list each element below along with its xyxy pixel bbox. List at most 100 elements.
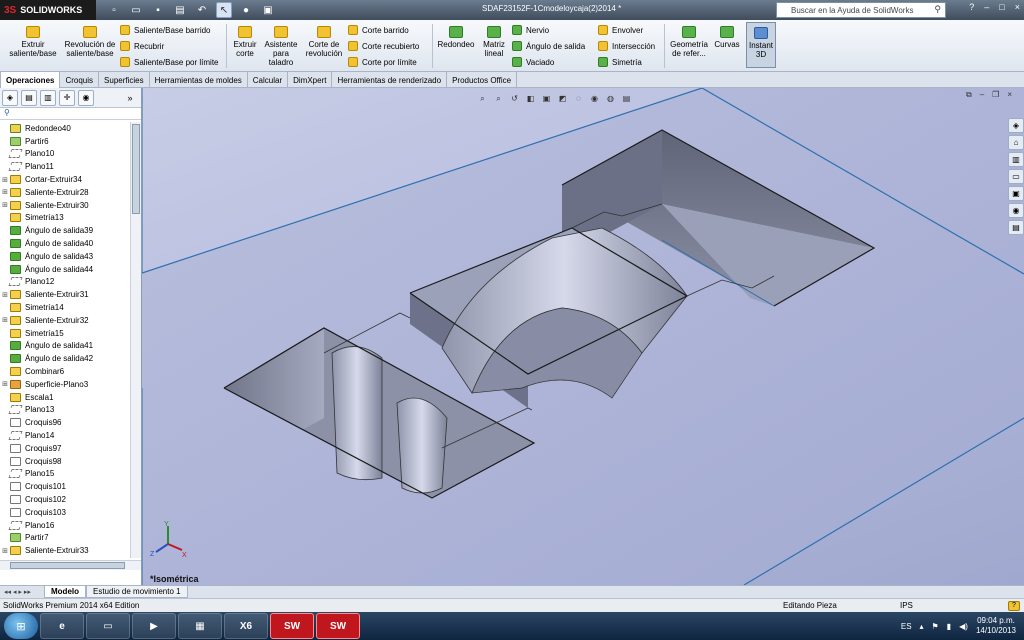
close-button[interactable]: × bbox=[1015, 2, 1020, 12]
tree-item[interactable]: Plano15 bbox=[0, 468, 130, 481]
tree-item[interactable]: ⊞ Cortar-Extruir34 bbox=[0, 173, 130, 186]
minimize-icon[interactable]: – bbox=[980, 90, 984, 100]
tree-item[interactable]: ⊞ Saliente-Extruir33 bbox=[0, 544, 130, 557]
tree-item[interactable]: Plano13 bbox=[0, 404, 130, 417]
scroll-thumb[interactable] bbox=[10, 562, 125, 569]
display-manager-icon[interactable]: ◉ bbox=[78, 89, 94, 106]
maximize-button[interactable]: □ bbox=[999, 2, 1004, 12]
graphics-viewport[interactable]: ⌕ ⌕ ↺ ◧ ▣ ◩ ◌ ◉ ◍ ▤ ⧉ – ❐ × ◈ ⌂ ▥ ▭ ▣ ◉ … bbox=[142, 88, 1024, 585]
close-icon[interactable]: × bbox=[1007, 90, 1012, 100]
apply-scene-icon[interactable]: ◍ bbox=[604, 92, 617, 105]
units-selector[interactable]: IPS bbox=[900, 601, 913, 610]
tree-item[interactable]: Plano16 bbox=[0, 519, 130, 532]
tree-item[interactable]: ⊞ Superficie-Plano3 bbox=[0, 378, 130, 391]
tab-croquis[interactable]: Croquis bbox=[60, 72, 100, 88]
tree-item[interactable]: Plano12 bbox=[0, 276, 130, 289]
tree-item[interactable]: Croquis103 bbox=[0, 506, 130, 519]
tree-item[interactable]: Combinar6 bbox=[0, 365, 130, 378]
tab-productos-office[interactable]: Productos Office bbox=[447, 72, 518, 88]
draft-button[interactable]: Ángulo de salida bbox=[512, 39, 585, 53]
tab-operaciones[interactable]: Operaciones bbox=[0, 72, 61, 88]
action-center-icon[interactable]: ⚑ bbox=[932, 622, 939, 631]
tree-item[interactable]: Croquis96 bbox=[0, 416, 130, 429]
expand-icon[interactable]: ⊞ bbox=[0, 380, 10, 388]
scroll-thumb[interactable] bbox=[132, 124, 140, 214]
tree-item[interactable]: ⊞ Saliente-Extruir32 bbox=[0, 314, 130, 327]
file-explorer-icon[interactable]: ▭ bbox=[1008, 169, 1024, 184]
tree-item[interactable]: Croquis102 bbox=[0, 493, 130, 506]
revolve-boss-button[interactable]: Revolución de saliente/base bbox=[64, 26, 116, 58]
quick-tips-icon[interactable]: ? bbox=[1008, 600, 1020, 611]
minimize-button[interactable]: – bbox=[984, 2, 989, 12]
tree-vertical-scrollbar[interactable] bbox=[130, 122, 141, 558]
tree-item[interactable]: ⊞ Saliente-Extruir31 bbox=[0, 288, 130, 301]
tab-calcular[interactable]: Calcular bbox=[248, 72, 289, 88]
help-search-input[interactable]: Buscar en la Ayuda de SolidWorks ⚲ bbox=[776, 2, 946, 18]
internet-explorer-icon[interactable]: e bbox=[40, 613, 84, 639]
custom-properties-icon[interactable]: ▤ bbox=[1008, 220, 1024, 235]
boundary-boss-button[interactable]: Saliente/Base por límite bbox=[120, 55, 219, 69]
save-icon[interactable]: ▪ bbox=[150, 2, 166, 18]
design-library-icon[interactable]: ▥ bbox=[1008, 152, 1024, 167]
tab-herramientas-moldes[interactable]: Herramientas de moldes bbox=[150, 72, 248, 88]
media-player-icon[interactable]: ▶ bbox=[132, 613, 176, 639]
loft-button[interactable]: Recubrir bbox=[120, 39, 164, 53]
tab-estudio-movimiento[interactable]: Estudio de movimiento 1 bbox=[86, 586, 188, 598]
view-orientation-icon[interactable]: ▣ bbox=[540, 92, 553, 105]
options-icon[interactable]: ▣ bbox=[260, 2, 276, 18]
expand-icon[interactable]: ⊞ bbox=[0, 291, 10, 299]
restore-down-icon[interactable]: ❐ bbox=[992, 90, 999, 100]
boundary-cut-button[interactable]: Corte por límite bbox=[348, 55, 417, 69]
tab-modelo[interactable]: Modelo bbox=[44, 586, 86, 598]
file-explorer-icon[interactable]: ▭ bbox=[86, 613, 130, 639]
print-icon[interactable]: ▤ bbox=[172, 2, 188, 18]
configuration-manager-icon[interactable]: ▥ bbox=[40, 89, 56, 106]
feature-tree-icon[interactable]: ◈ bbox=[2, 89, 18, 106]
language-indicator[interactable]: ES bbox=[901, 622, 912, 631]
x6-app-icon[interactable]: X6 bbox=[224, 613, 268, 639]
curves-button[interactable]: Curvas bbox=[712, 26, 742, 49]
model-render[interactable] bbox=[142, 88, 1024, 585]
shell-button[interactable]: Vaciado bbox=[512, 55, 554, 69]
expand-icon[interactable]: ⊞ bbox=[0, 176, 10, 184]
display-style-icon[interactable]: ◩ bbox=[556, 92, 569, 105]
tab-superficies[interactable]: Superficies bbox=[99, 72, 150, 88]
zoom-to-fit-icon[interactable]: ⌕ bbox=[476, 92, 489, 105]
view-settings-icon[interactable]: ▤ bbox=[620, 92, 633, 105]
wrap-button[interactable]: Envolver bbox=[598, 23, 643, 37]
appearances-icon[interactable]: ◉ bbox=[1008, 203, 1024, 218]
sweep-button[interactable]: Saliente/Base barrido bbox=[120, 23, 211, 37]
section-view-icon[interactable]: ◧ bbox=[524, 92, 537, 105]
lofted-cut-button[interactable]: Corte recubierto bbox=[348, 39, 419, 53]
hide-show-items-icon[interactable]: ◌ bbox=[572, 92, 585, 105]
tab-dimxpert[interactable]: DimXpert bbox=[288, 72, 333, 88]
revolve-cut-button[interactable]: Corte de revolución bbox=[304, 26, 344, 58]
tree-item[interactable]: Partir7 bbox=[0, 532, 130, 545]
restore-icon[interactable]: ⧉ bbox=[966, 90, 972, 100]
tree-item[interactable]: Croquis98 bbox=[0, 455, 130, 468]
extrude-cut-button[interactable]: Extruir corte bbox=[230, 26, 260, 58]
hole-wizard-button[interactable]: Asistente para taladro bbox=[262, 26, 300, 67]
solidworks-taskbar-icon[interactable]: SW bbox=[270, 613, 314, 639]
expand-icon[interactable]: ⊞ bbox=[0, 547, 10, 555]
previous-view-icon[interactable]: ↺ bbox=[508, 92, 521, 105]
select-pointer-icon[interactable]: ↖ bbox=[216, 2, 232, 18]
expand-icon[interactable]: ⊞ bbox=[0, 188, 10, 196]
tab-navigation-arrows[interactable]: ◂◂ ◂ ▸ ▸▸ bbox=[0, 588, 44, 596]
view-palette-icon[interactable]: ▣ bbox=[1008, 186, 1024, 201]
expand-icon[interactable]: ⊞ bbox=[0, 201, 10, 209]
tree-item[interactable]: Ángulo de salida44 bbox=[0, 263, 130, 276]
tree-item[interactable]: Plano14 bbox=[0, 429, 130, 442]
left-rib[interactable] bbox=[396, 397, 448, 494]
tree-item[interactable]: Ángulo de salida39 bbox=[0, 224, 130, 237]
more-tabs-icon[interactable]: » bbox=[122, 90, 138, 106]
home-icon[interactable]: ⌂ bbox=[1008, 135, 1024, 150]
solidworks-resources-icon[interactable]: ◈ bbox=[1008, 118, 1024, 133]
extrude-boss-button[interactable]: Extruir saliente/base bbox=[6, 26, 60, 58]
tree-item[interactable]: Simetría15 bbox=[0, 327, 130, 340]
zoom-area-icon[interactable]: ⌕ bbox=[492, 92, 505, 105]
edit-appearance-icon[interactable]: ◉ bbox=[588, 92, 601, 105]
filter-icon[interactable]: ⚲ bbox=[0, 108, 141, 120]
property-manager-icon[interactable]: ▤ bbox=[21, 89, 37, 106]
intersect-button[interactable]: Intersección bbox=[598, 39, 655, 53]
